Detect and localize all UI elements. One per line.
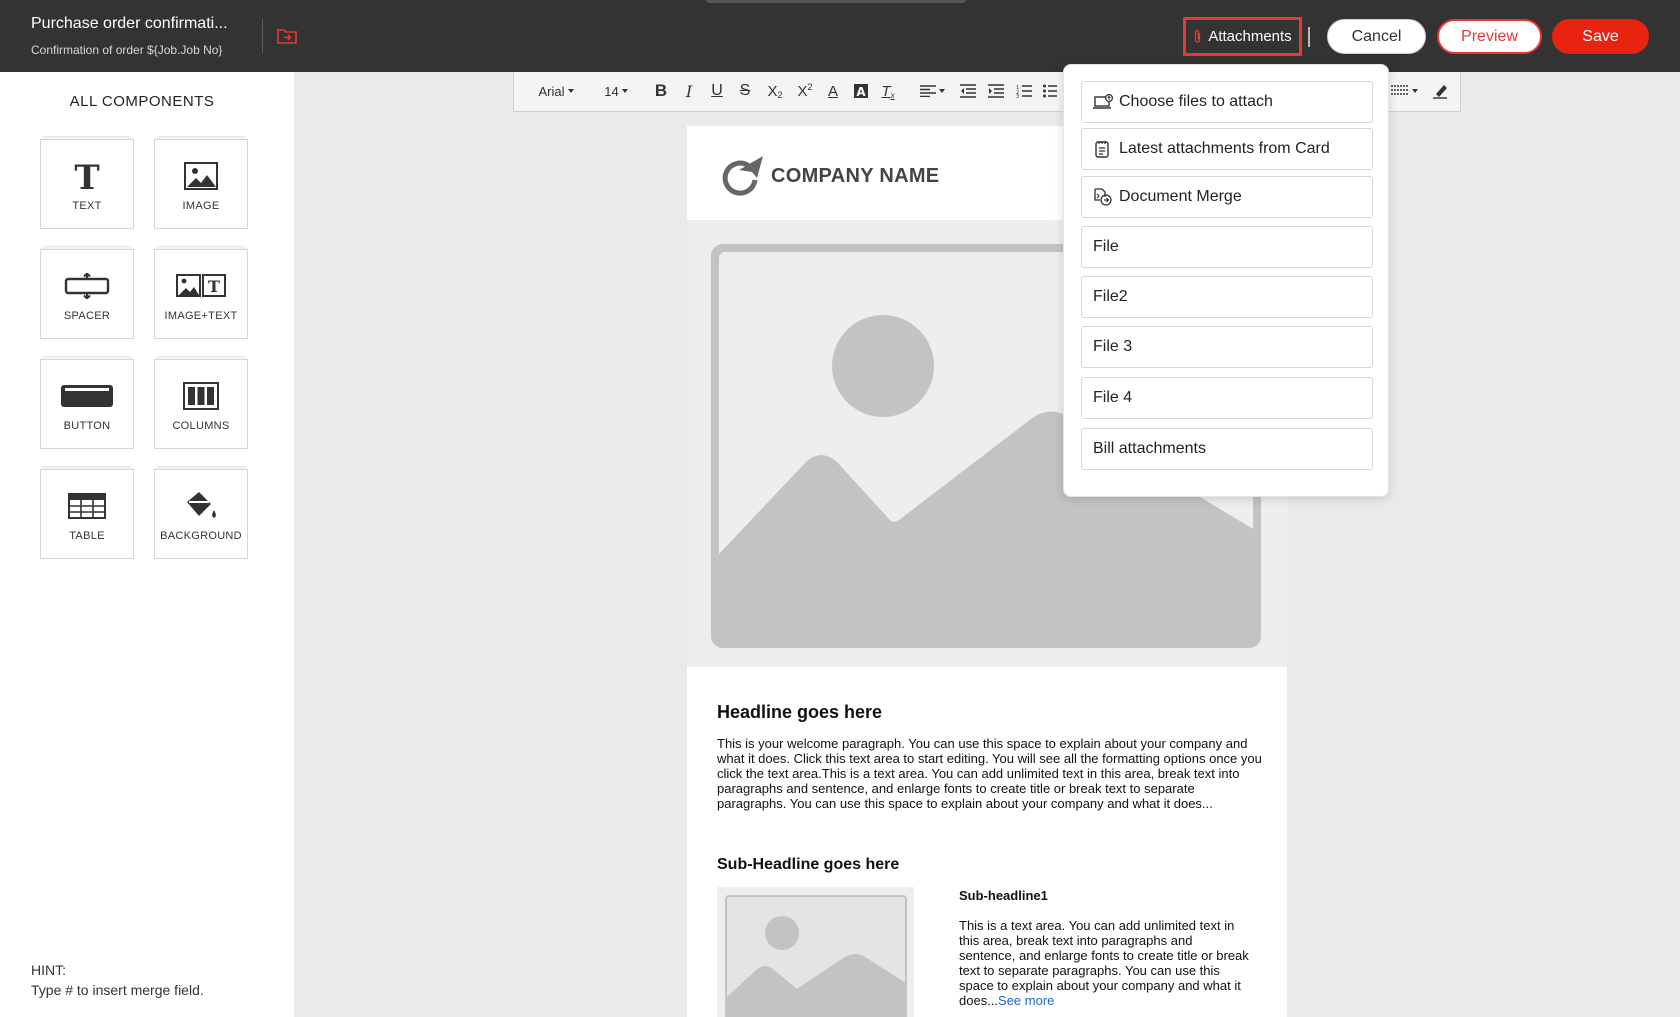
svg-text:T: T — [74, 160, 99, 192]
subscript-icon[interactable]: X2 — [762, 72, 788, 110]
component-text[interactable]: T TEXT — [40, 139, 134, 229]
top-notch — [706, 0, 966, 3]
title-divider — [262, 19, 263, 53]
eraser-icon[interactable] — [1428, 72, 1452, 110]
company-logo[interactable]: COMPANY NAME — [717, 152, 939, 200]
see-more-link[interactable]: See more — [998, 993, 1054, 1008]
header-separator — [1308, 27, 1310, 47]
table-icon — [68, 488, 106, 524]
indent-icon[interactable] — [984, 72, 1008, 110]
paperclip-icon — [1195, 29, 1201, 43]
font-color-icon[interactable]: A — [822, 72, 844, 110]
document-merge-icon — [1093, 187, 1115, 207]
svg-text:3: 3 — [1016, 94, 1019, 98]
superscript-icon[interactable]: X2 — [792, 72, 818, 110]
attachments-dropdown: Choose files to attach Latest attachment… — [1063, 64, 1389, 497]
company-name: COMPANY NAME — [771, 164, 940, 187]
welcome-paragraph[interactable]: This is your welcome paragraph. You can … — [717, 736, 1262, 811]
component-label: SPACER — [63, 310, 111, 322]
menu-item-label: File 4 — [1093, 389, 1133, 406]
button-icon — [60, 378, 114, 414]
attachments-label: Attachments — [1208, 28, 1292, 45]
svg-text:A: A — [856, 85, 866, 99]
attach-file[interactable]: File — [1081, 226, 1373, 268]
paint-bucket-icon — [183, 488, 219, 524]
sub-paragraph[interactable]: This is a text area. You can add unlimit… — [959, 918, 1249, 1008]
font-size-select[interactable]: 14 — [598, 72, 634, 110]
top-bar: Purchase order confirmati... Confirmatio… — [0, 0, 1680, 72]
ordered-list-icon[interactable]: 123 — [1012, 72, 1036, 110]
component-image-text[interactable]: T IMAGE+TEXT — [154, 249, 248, 339]
sub-headline-1[interactable]: Sub-headline1 — [959, 888, 1048, 903]
menu-item-label: File — [1093, 238, 1119, 255]
company-logo-icon — [722, 156, 763, 196]
outdent-icon[interactable] — [956, 72, 980, 110]
component-columns[interactable]: COLUMNS — [154, 359, 248, 449]
menu-item-label: Latest attachments from Card — [1119, 140, 1330, 157]
component-label: COLUMNS — [172, 420, 230, 432]
hint-title: HINT: — [31, 962, 66, 978]
component-label: IMAGE+TEXT — [164, 310, 238, 322]
font-family-value: Arial — [538, 83, 565, 99]
component-label: TABLE — [69, 530, 105, 542]
bold-icon[interactable]: B — [650, 72, 672, 110]
italic-icon[interactable]: I — [678, 72, 700, 110]
component-label: TEXT — [72, 200, 102, 212]
svg-text:T: T — [208, 277, 220, 296]
attach-file2[interactable]: File2 — [1081, 276, 1373, 318]
attach-document-merge[interactable]: Document Merge — [1081, 176, 1373, 218]
component-spacer[interactable]: SPACER — [40, 249, 134, 339]
table-insert-icon[interactable] — [1386, 72, 1422, 110]
sub-headline[interactable]: Sub-Headline goes here — [717, 856, 899, 874]
sub-image-frame — [725, 895, 907, 1017]
sub-image-placeholder[interactable] — [717, 887, 914, 1017]
title-block: Purchase order confirmati... Confirmatio… — [31, 15, 228, 57]
page-title[interactable]: Purchase order confirmati... — [31, 15, 228, 33]
components-sidebar: ALL COMPONENTS T TEXT IMAGE SPACER T IMA… — [0, 72, 294, 1017]
font-family-select[interactable]: Arial — [532, 72, 580, 110]
component-table[interactable]: TABLE — [40, 469, 134, 559]
highlight-color-icon[interactable]: A — [850, 72, 872, 110]
cancel-button[interactable]: Cancel — [1327, 19, 1426, 54]
folder-move-icon[interactable] — [277, 27, 297, 45]
component-label: IMAGE — [182, 200, 220, 212]
columns-icon — [183, 378, 219, 414]
menu-item-label: Document Merge — [1119, 188, 1242, 205]
component-label: BACKGROUND — [160, 530, 242, 542]
underline-icon[interactable]: U — [706, 72, 728, 110]
laptop-upload-icon — [1093, 92, 1115, 112]
page-subtitle[interactable]: Confirmation of order ${Job.Job No} — [31, 43, 228, 57]
attach-file-3[interactable]: File 3 — [1081, 326, 1373, 368]
attachments-button[interactable]: Attachments — [1183, 17, 1302, 56]
headline[interactable]: Headline goes here — [717, 702, 882, 723]
attach-choose-files[interactable]: Choose files to attach — [1081, 81, 1373, 123]
image-text-icon: T — [176, 268, 226, 304]
menu-item-label: Bill attachments — [1093, 440, 1206, 457]
font-size-value: 14 — [604, 83, 619, 99]
component-image[interactable]: IMAGE — [154, 139, 248, 229]
preview-button[interactable]: Preview — [1437, 19, 1542, 54]
image-icon — [184, 158, 218, 194]
component-background[interactable]: BACKGROUND — [154, 469, 248, 559]
menu-item-label: File 3 — [1093, 338, 1133, 355]
menu-item-label: Choose files to attach — [1119, 93, 1273, 110]
menu-item-label: File2 — [1093, 288, 1128, 305]
save-button[interactable]: Save — [1552, 19, 1649, 54]
strikethrough-icon[interactable]: S — [734, 72, 756, 110]
spacer-icon — [64, 268, 110, 304]
hint-text: Type # to insert merge field. — [31, 982, 204, 998]
bullet-list-icon[interactable] — [1040, 72, 1060, 110]
clear-format-icon[interactable]: Tx — [877, 72, 899, 110]
hint: HINT: Type # to insert merge field. — [31, 960, 204, 1000]
attach-file-4[interactable]: File 4 — [1081, 377, 1373, 419]
component-button[interactable]: BUTTON — [40, 359, 134, 449]
sidebar-title: ALL COMPONENTS — [69, 93, 215, 110]
attach-latest-from-card[interactable]: Latest attachments from Card — [1081, 128, 1373, 170]
attach-bill-attachments[interactable]: Bill attachments — [1081, 428, 1373, 470]
card-list-icon — [1093, 139, 1115, 159]
align-icon[interactable] — [916, 72, 948, 110]
component-label: BUTTON — [63, 420, 111, 432]
text-icon: T — [72, 158, 102, 194]
